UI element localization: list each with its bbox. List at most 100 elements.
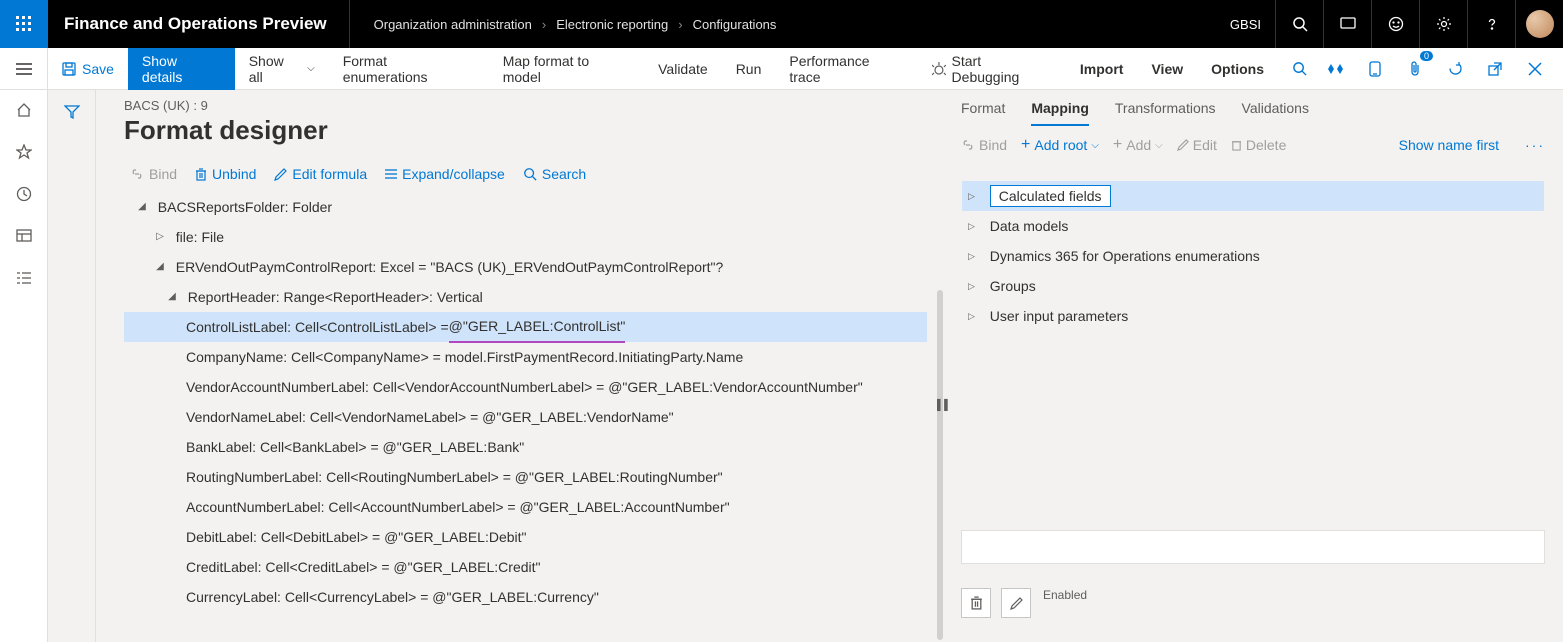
star-icon[interactable] [14,142,34,162]
phone-icon[interactable] [1361,55,1389,83]
company-label[interactable]: GBSI [1216,17,1275,32]
ds-row-selected[interactable]: ▷ Calculated fields [962,181,1544,211]
map-format-button[interactable]: Map format to model [489,48,644,90]
start-debugging-button[interactable]: Start Debugging [918,48,1066,90]
data-source-list: ▷ Calculated fields ▷ Data models ▷ Dyna… [961,180,1545,332]
modules-icon[interactable] [14,268,34,288]
bind-button[interactable]: Bind [130,166,177,182]
funnel-icon[interactable] [64,104,80,642]
delete-button[interactable]: Delete [1231,137,1286,153]
chevron-down-icon: ⌵ [307,63,315,74]
caret-collapsed-icon[interactable]: ▷ [968,281,982,292]
breadcrumb-item[interactable]: Organization administration [374,17,532,32]
add-root-button[interactable]: +Add root⌵ [1021,136,1099,154]
format-enum-button[interactable]: Format enumerations [329,48,489,90]
page-title: Format designer [124,115,927,146]
breadcrumb-item[interactable]: Configurations [693,17,777,32]
add-button[interactable]: +Add⌵ [1113,136,1163,154]
tree-node[interactable]: ◢ ERVendOutPaymControlReport: Excel = "B… [124,252,927,282]
topbar-right: GBSI [1216,0,1563,48]
tree-node[interactable]: ▷ file: File [124,222,927,252]
caret-collapsed-icon[interactable]: ▷ [968,311,982,322]
caret-collapsed-icon[interactable]: ▷ [152,222,168,252]
caret-expanded-icon[interactable]: ◢ [152,252,168,282]
app-title: Finance and Operations Preview [60,14,349,34]
tree-node[interactable]: RoutingNumberLabel: Cell<RoutingNumberLa… [124,462,927,492]
left-rail [0,90,48,642]
breadcrumb: Organization administration › Electronic… [350,17,801,32]
show-all-button[interactable]: Show all⌵ [235,48,329,90]
save-button[interactable]: Save [48,48,128,90]
help-icon[interactable] [1467,0,1515,48]
tree-node[interactable]: BankLabel: Cell<BankLabel> = @"GER_LABEL… [124,432,927,462]
import-button[interactable]: Import [1066,48,1138,90]
smile-icon[interactable] [1371,0,1419,48]
attachment-icon[interactable]: 0 [1401,55,1429,83]
ds-row[interactable]: ▷ Groups [962,271,1544,301]
search-button[interactable]: Search [523,166,586,182]
edit-icon[interactable] [1001,588,1031,618]
breadcrumb-item[interactable]: Electronic reporting [556,17,668,32]
delete-icon[interactable] [961,588,991,618]
expand-collapse-button[interactable]: Expand/collapse [385,166,505,182]
show-details-button[interactable]: Show details [128,48,235,90]
bind-button[interactable]: Bind [961,137,1007,153]
splitter-handle[interactable]: ▌▌ [937,400,951,411]
chat-icon[interactable] [1323,0,1371,48]
tab-transformations[interactable]: Transformations [1115,94,1216,126]
ds-row[interactable]: ▷ User input parameters [962,301,1544,331]
ds-row[interactable]: ▷ Data models [962,211,1544,241]
tab-mapping[interactable]: Mapping [1031,94,1089,126]
search-icon[interactable] [1275,0,1323,48]
tree-node[interactable]: ◢ BACSReportsFolder: Folder [124,192,927,222]
bottom-icon-bar [961,588,1031,618]
clock-icon[interactable] [14,184,34,204]
caret-expanded-icon[interactable]: ◢ [134,192,150,222]
ds-row[interactable]: ▷ Dynamics 365 for Operations enumeratio… [962,241,1544,271]
tree-node[interactable]: CurrencyLabel: Cell<CurrencyLabel> = @"G… [124,582,927,612]
left-pane: BACS (UK) : 9 Format designer Bind Unbin… [96,90,943,642]
tree-node[interactable]: VendorAccountNumberLabel: Cell<VendorAcc… [124,372,927,402]
options-button[interactable]: Options [1197,48,1278,90]
format-tree: ◢ BACSReportsFolder: Folder ▷ file: File… [124,192,927,612]
show-name-first-link[interactable]: Show name first [1399,137,1499,153]
edit-formula-button[interactable]: Edit formula [274,166,367,182]
tree-node[interactable]: DebitLabel: Cell<DebitLabel> = @"GER_LAB… [124,522,927,552]
waffle-icon[interactable] [0,0,48,48]
tree-node[interactable]: ◢ ReportHeader: Range<ReportHeader>: Ver… [124,282,927,312]
highlighted-binding: @"GER_LABEL:ControlList" [449,311,626,343]
tree-node[interactable]: CompanyName: Cell<CompanyName> = model.F… [124,342,927,372]
details-box [961,530,1545,564]
tree-node[interactable]: AccountNumberLabel: Cell<AccountNumberLa… [124,492,927,522]
avatar[interactable] [1515,0,1563,48]
search-cmd-icon[interactable] [1278,48,1321,90]
close-icon[interactable] [1521,55,1549,83]
tree-node[interactable]: CreditLabel: Cell<CreditLabel> = @"GER_L… [124,552,927,582]
unbind-button[interactable]: Unbind [195,166,256,182]
view-button[interactable]: View [1137,48,1197,90]
chevron-down-icon: ⌵ [1091,140,1099,151]
right-tabs: Format Mapping Transformations Validatio… [961,90,1545,126]
run-button[interactable]: Run [722,48,776,90]
validate-button[interactable]: Validate [644,48,722,90]
edit-button[interactable]: Edit [1177,137,1217,153]
main: BACS (UK) : 9 Format designer Bind Unbin… [96,90,1563,642]
hamburger-icon[interactable] [0,48,48,90]
gear-icon[interactable] [1419,0,1467,48]
tree-node-selected[interactable]: ControlListLabel: Cell<ControlListLabel>… [124,312,927,342]
refresh-icon[interactable] [1441,55,1469,83]
caret-collapsed-icon[interactable]: ▷ [968,251,982,262]
tab-format[interactable]: Format [961,94,1005,126]
workspace-icon[interactable] [14,226,34,246]
caret-expanded-icon[interactable]: ◢ [164,282,180,312]
tree-node[interactable]: VendorNameLabel: Cell<VendorNameLabel> =… [124,402,927,432]
tab-validations[interactable]: Validations [1242,94,1309,126]
right-pane: Format Mapping Transformations Validatio… [943,90,1563,642]
performance-trace-button[interactable]: Performance trace [775,48,917,90]
more-icon[interactable]: ··· [1525,137,1545,153]
caret-collapsed-icon[interactable]: ▷ [968,221,982,232]
home-icon[interactable] [14,100,34,120]
caret-collapsed-icon[interactable]: ▷ [968,191,982,202]
diamond-icon[interactable] [1321,55,1349,83]
popout-icon[interactable] [1481,55,1509,83]
